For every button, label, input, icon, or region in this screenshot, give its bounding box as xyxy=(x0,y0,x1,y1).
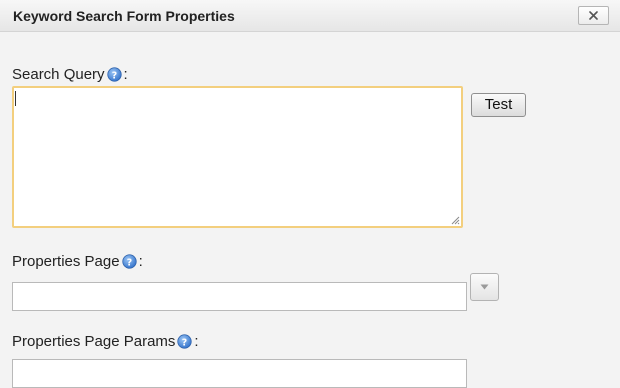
svg-text:?: ? xyxy=(111,70,116,81)
chevron-down-icon xyxy=(480,284,489,290)
help-icon[interactable]: ? xyxy=(121,254,137,269)
svg-text:?: ? xyxy=(182,337,187,348)
properties-page-params-label-row: Properties Page Params ? : xyxy=(12,333,199,350)
search-query-textarea[interactable] xyxy=(12,86,463,228)
properties-page-input[interactable] xyxy=(12,282,467,311)
properties-page-params-label-colon: : xyxy=(194,333,199,350)
properties-page-params-label: Properties Page Params xyxy=(12,333,176,350)
properties-page-label: Properties Page xyxy=(12,253,120,270)
close-button[interactable] xyxy=(578,6,609,25)
text-caret xyxy=(15,91,16,106)
properties-page-label-colon: : xyxy=(138,253,143,270)
dialog-title: Keyword Search Form Properties xyxy=(13,8,235,24)
properties-page-params-input[interactable] xyxy=(12,359,467,388)
properties-page-dropdown-button[interactable] xyxy=(470,273,499,301)
close-icon xyxy=(589,11,598,20)
search-query-label: Search Query xyxy=(12,66,105,83)
test-button[interactable]: Test xyxy=(471,93,526,117)
search-query-label-row: Search Query ? : xyxy=(12,66,128,83)
svg-text:?: ? xyxy=(126,257,131,268)
properties-page-label-row: Properties Page ? : xyxy=(12,253,143,270)
resize-grip-icon[interactable] xyxy=(450,215,460,225)
dialog-titlebar: Keyword Search Form Properties xyxy=(0,0,620,32)
help-icon[interactable]: ? xyxy=(177,334,193,349)
help-icon[interactable]: ? xyxy=(106,67,122,82)
search-query-label-colon: : xyxy=(123,66,128,83)
